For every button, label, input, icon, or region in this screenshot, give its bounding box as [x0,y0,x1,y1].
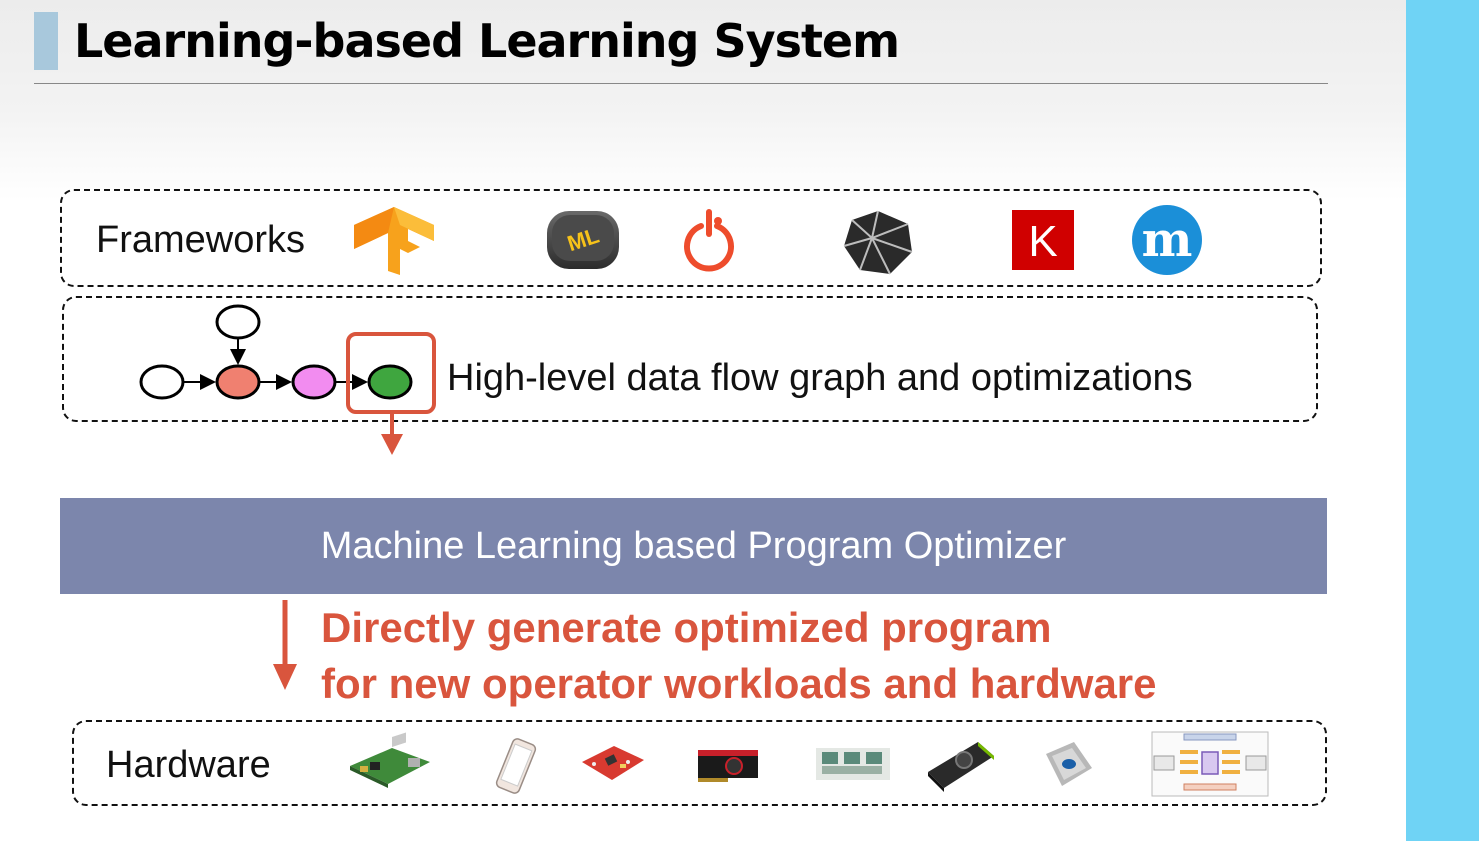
intel-xeon-icon [1046,742,1092,786]
keras-logo: K [1012,210,1074,270]
nvidia-gpu-icon [928,742,994,792]
side-bar [1406,0,1479,841]
hardware-label: Hardware [106,744,271,786]
amd-gpu-icon [698,750,758,782]
direct-line-2: for new operator workloads and hardware [321,660,1157,707]
graph-label: High-level data flow graph and optimizat… [447,357,1193,399]
graph-node-top [215,304,261,340]
optimizer-label: Machine Learning based Program Optimizer [320,524,1067,567]
coreml-logo: ML [547,211,619,269]
slide: Learning-based Learning System Framework… [0,0,1406,841]
onnx-logo [843,210,913,275]
generate-arrow-icon [273,600,297,690]
graph-node-red [215,364,261,400]
graph-node-pink [291,364,337,400]
title-divider [34,83,1328,84]
pytorch-logo [684,209,734,272]
mxnet-logo-text: m [1142,212,1193,268]
direct-line-1: Directly generate optimized program [321,604,1052,651]
raspberry-pi-icon [350,732,430,788]
dataflow-graph [139,304,436,455]
graph-node-green [367,364,413,400]
accelerator-diagram-icon [1151,731,1269,797]
fpga-board-icon [582,746,644,780]
iphone-icon [495,738,537,794]
optimizer-bar: Machine Learning based Program Optimizer [60,498,1327,594]
slide-title: Learning-based Learning System [74,14,900,68]
tpu-board-icon [816,748,890,780]
tensorflow-logo [354,207,434,275]
title-marker [34,12,58,70]
graph-node-input [139,364,185,400]
mxnet-logo: m [1132,205,1202,275]
keras-logo-text: K [1028,217,1057,266]
down-arrow-icon [381,434,403,455]
frameworks-label: Frameworks [96,219,306,261]
